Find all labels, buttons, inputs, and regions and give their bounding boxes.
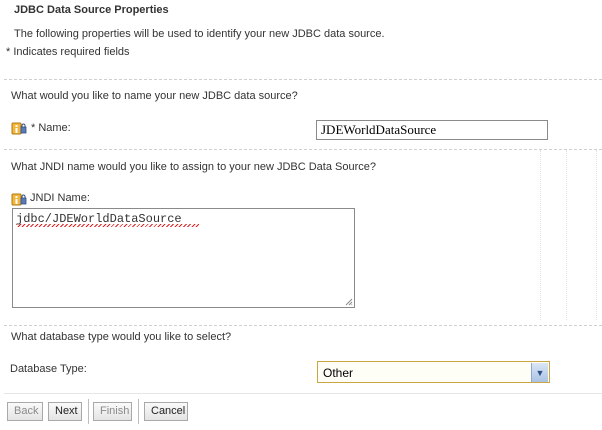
next-button[interactable]: Next: [48, 402, 82, 421]
name-label: * Name:: [31, 122, 71, 134]
name-question: What would you like to name your new JDB…: [11, 90, 298, 102]
jndi-name-textarea[interactable]: [12, 208, 355, 308]
name-field[interactable]: [316, 120, 548, 140]
dbtype-label: Database Type:: [10, 363, 87, 375]
finish-button[interactable]: Finish: [93, 402, 132, 421]
button-bar-divider: [4, 393, 602, 394]
dbtype-section: What database type would you like to sel…: [4, 325, 602, 394]
database-type-value: Other: [323, 366, 354, 380]
dbtype-question: What database type would you like to sel…: [11, 331, 232, 343]
back-button[interactable]: Back: [7, 402, 43, 421]
page-title: JDBC Data Source Properties: [14, 4, 169, 16]
jndi-question: What JNDI name would you like to assign …: [11, 161, 376, 173]
button-separator: [138, 399, 139, 424]
resize-grip-icon[interactable]: [345, 298, 353, 306]
database-type-select[interactable]: Other ▼: [317, 361, 550, 383]
chevron-down-icon[interactable]: ▼: [531, 363, 548, 382]
info-icon: [11, 193, 27, 206]
spellcheck-underline: [16, 224, 199, 227]
required-note: * Indicates required fields: [6, 46, 130, 58]
button-separator: [88, 399, 89, 424]
cancel-button[interactable]: Cancel: [144, 402, 188, 421]
jndi-label: JNDI Name:: [30, 192, 90, 204]
intro-text: The following properties will be used to…: [14, 28, 385, 40]
info-icon: [11, 122, 27, 135]
